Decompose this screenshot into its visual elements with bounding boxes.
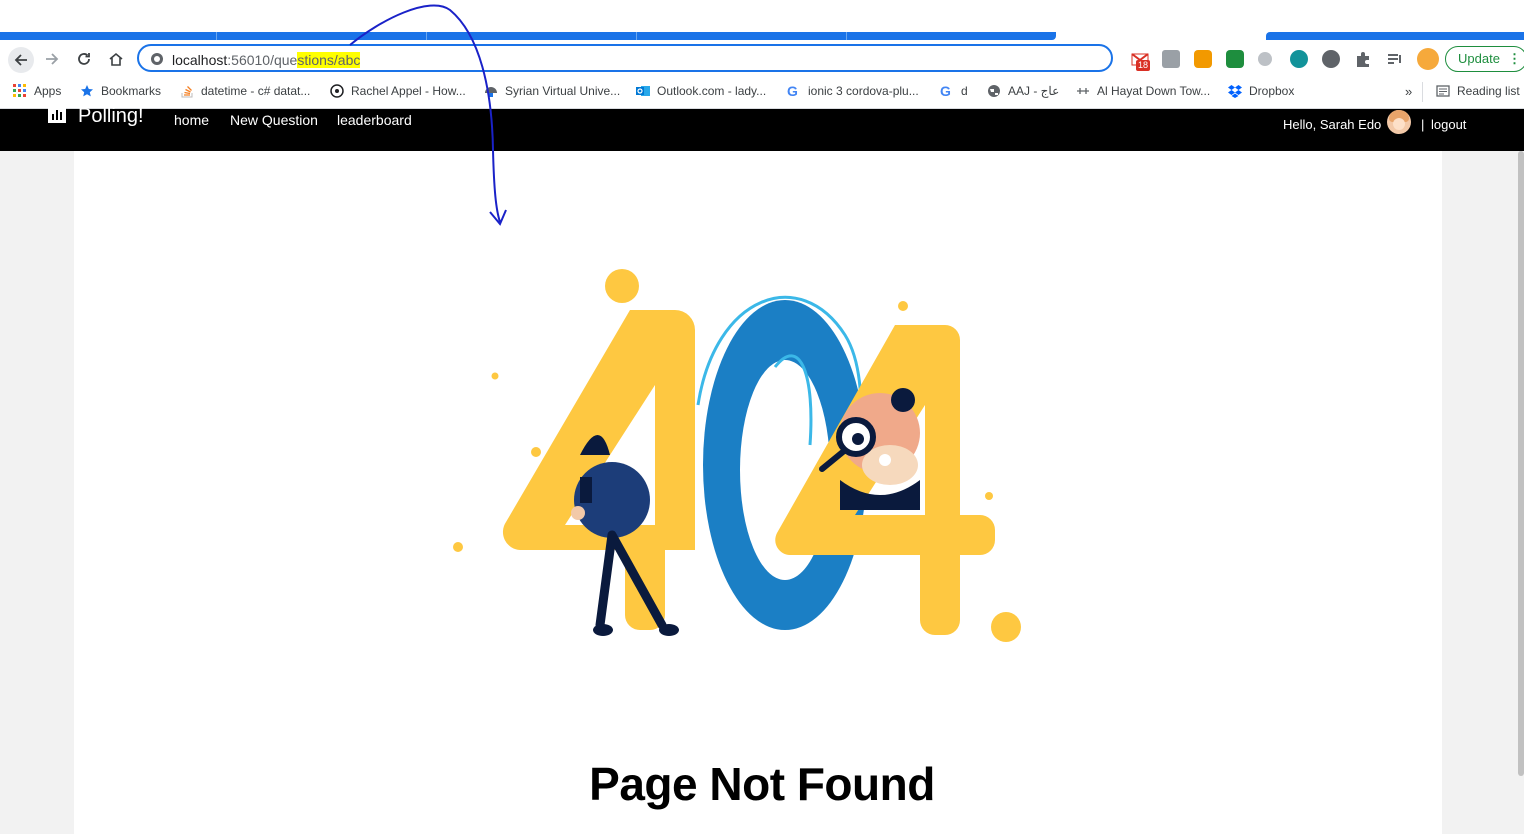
tab-strip xyxy=(0,0,1524,44)
bookmarks-divider xyxy=(1422,82,1423,102)
bookmark-d[interactable]: G d xyxy=(940,84,968,98)
home-icon xyxy=(109,52,123,66)
update-label: Update xyxy=(1458,51,1500,66)
character-right-beard xyxy=(862,445,918,485)
character-right-hair xyxy=(891,388,915,412)
user-greeting: Hello, Sarah Edo xyxy=(1283,117,1382,132)
dropbox-icon xyxy=(1228,85,1242,98)
box-extension-icon[interactable] xyxy=(1162,50,1180,68)
bookmark-label: datetime - c# datat... xyxy=(201,84,311,98)
bookmark-datetime[interactable]: datetime - c# datat... xyxy=(180,84,310,98)
site-info-icon[interactable] xyxy=(150,52,164,66)
bookmark-bookmarks[interactable]: Bookmarks xyxy=(80,84,161,98)
apps-grid-icon xyxy=(13,84,26,97)
nav-new-question-link[interactable]: New Question xyxy=(230,112,318,128)
brand-link[interactable]: Polling! xyxy=(48,105,144,128)
star-icon xyxy=(81,85,93,97)
overflow-label: » xyxy=(1405,84,1413,99)
bookmark-al-hayat[interactable]: Al Hayat Down Tow... xyxy=(1076,84,1210,98)
character-left-foot xyxy=(659,624,679,636)
decor-dot xyxy=(491,372,499,380)
reload-button[interactable] xyxy=(72,48,96,70)
bookmark-outlook[interactable]: Outlook.com - lady... xyxy=(636,84,766,98)
annotation-arrow xyxy=(349,4,507,226)
reading-list-icon xyxy=(1436,85,1450,97)
forward-button[interactable] xyxy=(40,48,64,70)
tab-bar-right[interactable] xyxy=(1266,32,1524,40)
reading-list-label: Reading list xyxy=(1457,84,1520,98)
back-button[interactable] xyxy=(8,47,34,73)
bookmark-label: AAJ - عاج xyxy=(1008,84,1060,98)
reload-icon xyxy=(78,53,90,65)
google-icon: G xyxy=(940,83,951,99)
bookmark-label: d xyxy=(961,84,968,98)
decor-dot xyxy=(453,542,463,552)
cors-extension-icon[interactable] xyxy=(1226,50,1244,68)
stackoverflow-icon xyxy=(181,86,193,98)
nav-home-link[interactable]: home xyxy=(174,112,209,128)
character-left-hand xyxy=(571,506,585,520)
decor-dot xyxy=(898,301,908,311)
tab-separator xyxy=(846,32,847,40)
bar-chart-icon xyxy=(48,106,66,123)
bookmark-label: Apps xyxy=(34,84,62,98)
back-arrow-icon xyxy=(14,54,27,66)
globe-icon xyxy=(988,85,1000,97)
update-button[interactable]: Update ⋮ xyxy=(1445,46,1524,72)
user-avatar xyxy=(1387,110,1411,134)
bookmark-aaj[interactable]: AAJ - عاج xyxy=(987,84,1059,98)
globe-extension-icon[interactable] xyxy=(1322,50,1340,68)
page-scrollbar[interactable] xyxy=(1518,151,1524,776)
url-host: localhost xyxy=(172,52,228,68)
google-icon: G xyxy=(787,83,798,99)
tab-separator xyxy=(636,32,637,40)
scale-icon xyxy=(1077,88,1089,94)
url-text[interactable]: localhost:56010/questions/abc xyxy=(172,52,361,68)
nav-separator: | xyxy=(1421,117,1425,132)
bookmark-label: Outlook.com - lady... xyxy=(657,84,767,98)
bookmarks-overflow-button[interactable]: » xyxy=(1405,84,1412,99)
hand-extension-icon[interactable] xyxy=(1258,52,1272,66)
extensions-puzzle-icon[interactable] xyxy=(1354,50,1372,68)
bookmark-label: Dropbox xyxy=(1249,84,1295,98)
home-button[interactable] xyxy=(104,48,128,70)
address-bar[interactable]: localhost:56010/questions/abc xyxy=(137,44,1113,72)
forward-arrow-icon xyxy=(46,53,59,65)
gmail-badge: 18 xyxy=(1136,60,1151,71)
character-left-foot xyxy=(593,624,613,636)
not-found-illustration: 404 xyxy=(453,269,1021,642)
app-navbar: Polling! home New Question leaderboard H… xyxy=(0,105,1524,151)
magnifier-eye xyxy=(852,433,864,445)
brand-title: Polling! xyxy=(78,105,144,127)
gmail-extension-icon[interactable]: 18 xyxy=(1131,50,1151,71)
bookmarks-bar: Apps Bookmarks datetime - c# datat... Ra… xyxy=(0,78,1524,109)
decor-dot xyxy=(991,612,1021,642)
wave-extension-icon[interactable] xyxy=(1290,50,1308,68)
bookmark-label: ionic 3 cordova-plu... xyxy=(808,84,919,98)
bookmark-ionic[interactable]: G ionic 3 cordova-plu... xyxy=(787,84,919,98)
rss-extension-icon[interactable] xyxy=(1194,50,1212,68)
character-left-arm xyxy=(580,477,592,503)
outlook-icon xyxy=(636,86,650,96)
profile-avatar-icon[interactable] xyxy=(1417,48,1439,70)
decor-dot xyxy=(605,269,639,303)
logout-link[interactable]: logout xyxy=(1431,117,1466,132)
url-path: :56010/que xyxy=(227,52,298,68)
decor-dot xyxy=(531,447,541,457)
media-queue-icon[interactable] xyxy=(1386,50,1404,68)
bookmark-label: Bookmarks xyxy=(101,84,162,98)
reading-list-button[interactable]: Reading list xyxy=(1436,84,1520,98)
page-title: Page Not Found xyxy=(589,758,935,810)
browser-toolbar: localhost:56010/questions/abc 18 Update ⋮ xyxy=(0,40,1524,78)
bookmark-apps[interactable]: Apps xyxy=(13,84,61,98)
tab-separator xyxy=(216,32,217,40)
menu-dots-icon[interactable]: ⋮ xyxy=(1508,47,1521,71)
character-right-nose xyxy=(879,454,891,466)
bookmark-label: Al Hayat Down Tow... xyxy=(1097,84,1211,98)
decor-dot xyxy=(985,492,993,500)
bookmark-dropbox[interactable]: Dropbox xyxy=(1228,84,1294,98)
